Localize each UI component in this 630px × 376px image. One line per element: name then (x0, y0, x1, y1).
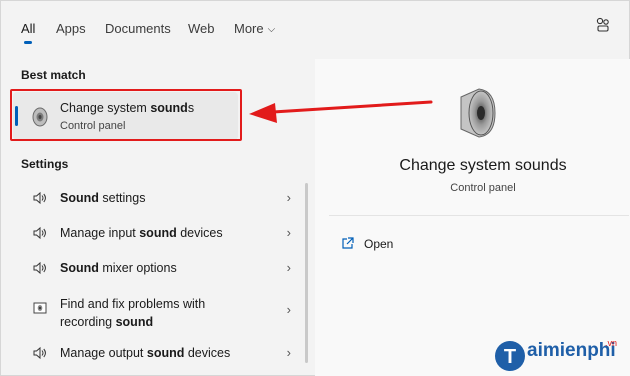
settings-item-label-post: devices (184, 346, 231, 360)
speaker-volume-icon (33, 346, 46, 360)
detail-header: Change system sounds Control panel (315, 59, 630, 207)
chevron-right-icon: › (286, 190, 291, 205)
speaker-volume-icon (33, 261, 46, 275)
detail-subtitle: Control panel (450, 182, 516, 194)
settings-item-label: Find and fix problems with recording sou… (60, 295, 240, 331)
speaker-icon (460, 88, 496, 138)
settings-item-label-post: mixer options (98, 261, 177, 275)
settings-item-label: Sound settings (60, 191, 145, 205)
speaker-volume-icon (33, 226, 46, 240)
tab-more[interactable]: More ⌵ (234, 21, 275, 36)
watermark-text: aimienphi (527, 340, 616, 361)
settings-heading: Settings (21, 157, 69, 171)
best-match-heading: Best match (21, 68, 86, 82)
chevron-down-icon: ⌵ (267, 24, 276, 35)
settings-item-fix-recording[interactable]: Find and fix problems with recording sou… (13, 288, 299, 332)
settings-item-label-post: settings (98, 191, 146, 205)
open-external-icon (342, 237, 354, 249)
tab-all[interactable]: All (21, 21, 35, 36)
annotation-arrow-icon (249, 100, 433, 123)
settings-item-manage-output-devices[interactable]: Manage output sound devices › (13, 336, 299, 370)
active-tab-indicator (24, 41, 32, 44)
tab-documents[interactable]: Documents (105, 21, 171, 36)
results-scrollbar[interactable] (305, 183, 308, 363)
chevron-right-icon: › (286, 260, 291, 275)
settings-item-label-pre: Manage output (60, 346, 147, 360)
tab-web[interactable]: Web (188, 21, 215, 36)
watermark-suffix: .vn (605, 338, 618, 348)
settings-item-sound-settings[interactable]: Sound settings › (13, 181, 299, 215)
settings-item-sound-mixer[interactable]: Sound mixer options › (13, 251, 299, 285)
chevron-right-icon: › (286, 302, 291, 317)
settings-item-manage-input-devices[interactable]: Manage input sound devices › (13, 216, 299, 250)
chevron-right-icon: › (286, 345, 291, 360)
svg-text:T: T (504, 346, 516, 368)
open-action-label: Open (364, 237, 394, 251)
settings-item-label-bold: Sound (60, 191, 99, 205)
settings-item-label-bold: sound (146, 346, 185, 360)
tab-apps[interactable]: Apps (56, 21, 86, 36)
settings-item-label: Sound mixer options (60, 261, 177, 275)
connected-devices-icon[interactable] (595, 17, 611, 33)
tab-more-label: More (234, 21, 264, 36)
settings-item-label: Manage input sound devices (60, 226, 223, 240)
open-action[interactable]: Open (341, 235, 461, 255)
settings-item-label-bold: Sound (60, 261, 99, 275)
settings-item-label: Manage output sound devices (60, 346, 230, 360)
highlight-annotation-box (10, 89, 242, 141)
settings-item-label-bold: sound (115, 315, 154, 329)
settings-item-label-pre: Manage input (60, 226, 140, 240)
troubleshoot-icon (33, 302, 47, 314)
chevron-right-icon: › (286, 225, 291, 240)
detail-title: Change system sounds (399, 157, 567, 174)
settings-item-label-post: devices (176, 226, 223, 240)
search-tabs: All Apps Documents Web More ⌵ (1, 1, 630, 51)
speaker-volume-icon (33, 191, 46, 205)
settings-item-label-bold: sound (139, 226, 177, 240)
divider (329, 215, 629, 216)
search-window: All Apps Documents Web More ⌵ Best match … (0, 0, 630, 376)
